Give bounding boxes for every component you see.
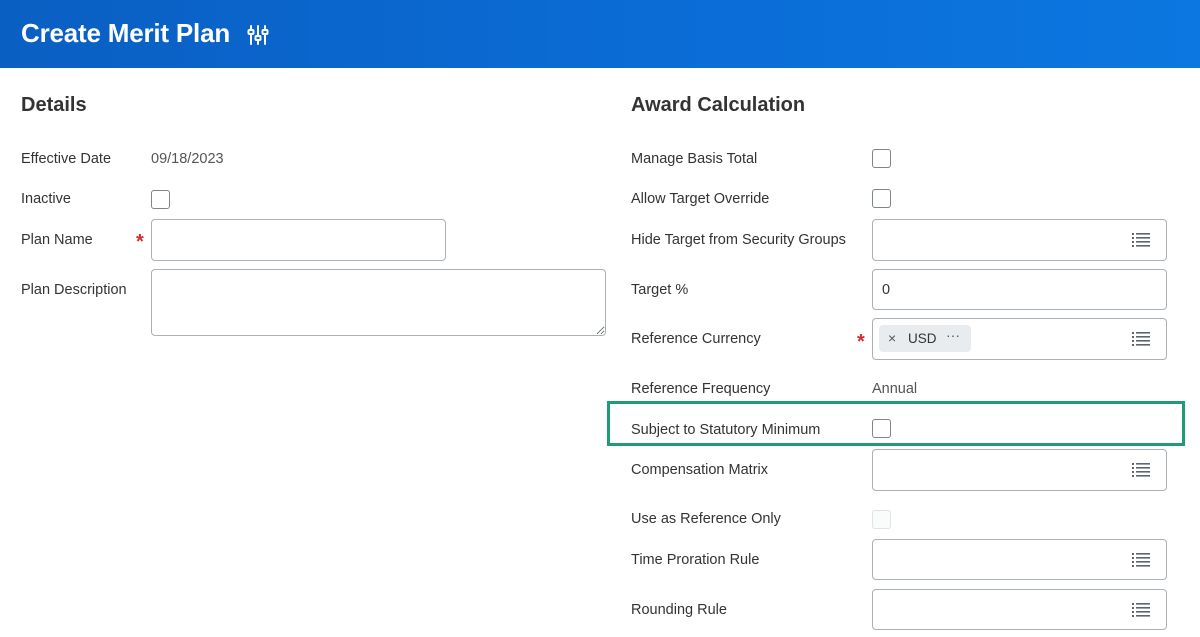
inactive-label: Inactive [21,191,71,207]
target-percent-input[interactable] [872,269,1167,310]
allow-target-override-label: Allow Target Override [631,191,770,207]
award-calculation-section-title: Award Calculation [631,94,806,116]
page-title: Create Merit Plan [21,18,231,48]
list-icon [1132,332,1150,346]
sliders-icon[interactable] [246,23,270,47]
effective-date-value: 09/18/2023 [151,151,224,167]
list-icon [1132,603,1150,617]
reference-currency-label: Reference Currency [631,331,761,347]
hide-target-prompt[interactable] [872,219,1167,261]
reference-currency-required-mark: * [857,331,865,353]
compensation-matrix-prompt[interactable] [872,449,1167,491]
more-options-icon[interactable]: ··· [946,327,960,343]
inactive-checkbox[interactable] [151,190,170,209]
rounding-rule-prompt[interactable] [872,589,1167,630]
list-icon [1132,463,1150,477]
use-as-reference-checkbox [872,510,891,529]
time-proration-rule-label: Time Proration Rule [631,552,760,568]
list-icon [1132,553,1150,567]
time-proration-rule-prompt[interactable] [872,539,1167,580]
manage-basis-total-checkbox[interactable] [872,149,891,168]
reference-currency-prompt[interactable]: × USD ··· [872,318,1167,360]
details-section-title: Details [21,94,87,116]
currency-pill-label: USD [908,331,937,346]
currency-pill: × USD ··· [879,325,971,352]
plan-name-required-mark: * [136,231,144,253]
rounding-rule-label: Rounding Rule [631,602,727,618]
use-as-reference-label: Use as Reference Only [631,511,781,527]
plan-description-label: Plan Description [21,282,127,298]
hide-target-label: Hide Target from Security Groups [631,232,846,248]
statutory-minimum-checkbox[interactable] [872,419,891,438]
effective-date-label: Effective Date [21,151,112,167]
page-header: Create Merit Plan [0,0,1200,68]
manage-basis-total-label: Manage Basis Total [631,151,758,167]
reference-frequency-value: Annual [872,381,918,397]
plan-name-label: Plan Name [21,232,93,248]
target-percent-label: Target % [631,282,689,298]
list-icon [1132,233,1150,247]
allow-target-override-checkbox[interactable] [872,189,891,208]
plan-description-textarea[interactable] [151,269,606,336]
statutory-minimum-label: Subject to Statutory Minimum [631,422,821,438]
reference-frequency-label: Reference Frequency [631,381,771,397]
remove-icon[interactable]: × [888,330,896,346]
compensation-matrix-label: Compensation Matrix [631,462,768,478]
plan-name-input[interactable] [151,219,446,261]
